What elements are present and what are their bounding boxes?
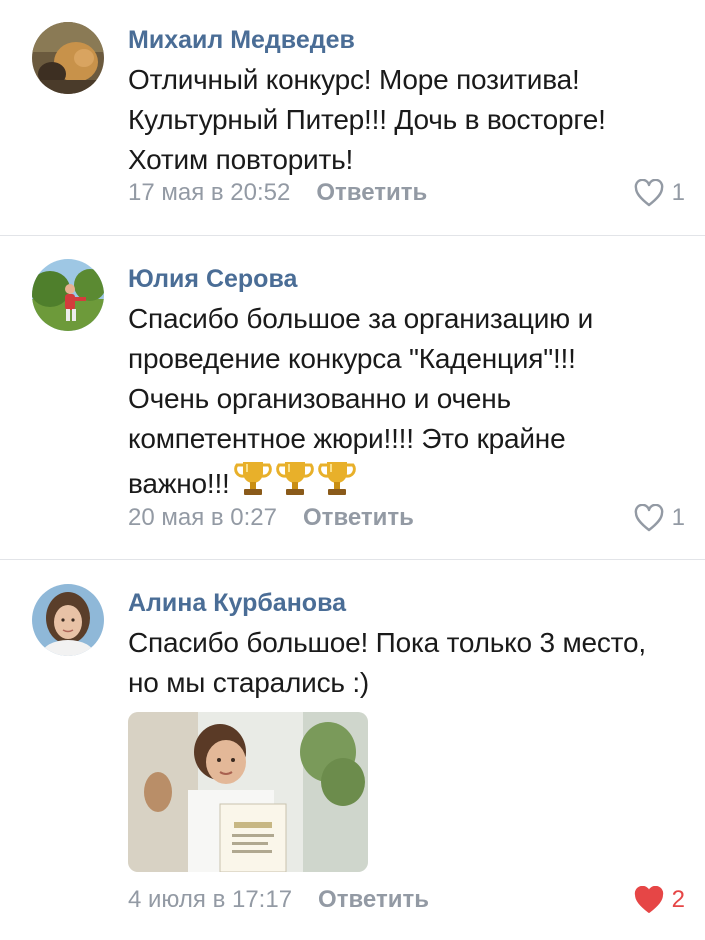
heart-outline-icon	[634, 504, 663, 532]
author-name[interactable]: Юлия Серова	[128, 263, 685, 295]
trophy-icon	[275, 462, 314, 495]
comment-meta: 17 мая в 20:52 Ответить 1	[128, 177, 685, 209]
comment-text: Спасибо большое за организацию и проведе…	[128, 303, 594, 499]
avatar[interactable]	[32, 584, 104, 656]
reply-button[interactable]: Ответить	[303, 504, 414, 532]
comment-text: Отличный конкурс! Море позитива! Культур…	[128, 64, 606, 175]
comments-feed: Михаил Медведев Отличный конкурс! Море п…	[0, 0, 705, 940]
comment-text: Спасибо большое! Пока только 3 место, но…	[128, 627, 646, 698]
divider	[0, 559, 705, 560]
like-count: 2	[671, 886, 685, 913]
comment-meta: 20 мая в 0:27 Ответить 1	[128, 502, 685, 534]
trophy-icon	[317, 462, 356, 495]
comment-date[interactable]: 20 мая в 0:27	[128, 504, 277, 532]
avatar[interactable]	[32, 259, 104, 331]
like-button[interactable]: 2	[634, 884, 685, 916]
like-count: 1	[671, 179, 685, 206]
heart-filled-icon	[634, 886, 663, 913]
author-name[interactable]: Алина Курбанова	[128, 587, 685, 619]
like-count: 1	[671, 504, 685, 531]
comment-date[interactable]: 17 мая в 20:52	[128, 179, 290, 207]
reply-button[interactable]: Ответить	[318, 886, 429, 914]
trophy-icon	[233, 462, 272, 495]
author-name[interactable]: Михаил Медведев	[128, 24, 685, 56]
like-button[interactable]: 1	[634, 177, 685, 209]
comment-meta: 4 июля в 17:17 Ответить 2	[128, 884, 685, 916]
reply-button[interactable]: Ответить	[316, 179, 427, 207]
attached-photo[interactable]	[128, 712, 368, 872]
comment-date[interactable]: 4 июля в 17:17	[128, 886, 292, 914]
avatar[interactable]	[32, 22, 104, 94]
like-button[interactable]: 1	[634, 502, 685, 534]
heart-outline-icon	[634, 179, 663, 207]
divider	[0, 235, 705, 236]
